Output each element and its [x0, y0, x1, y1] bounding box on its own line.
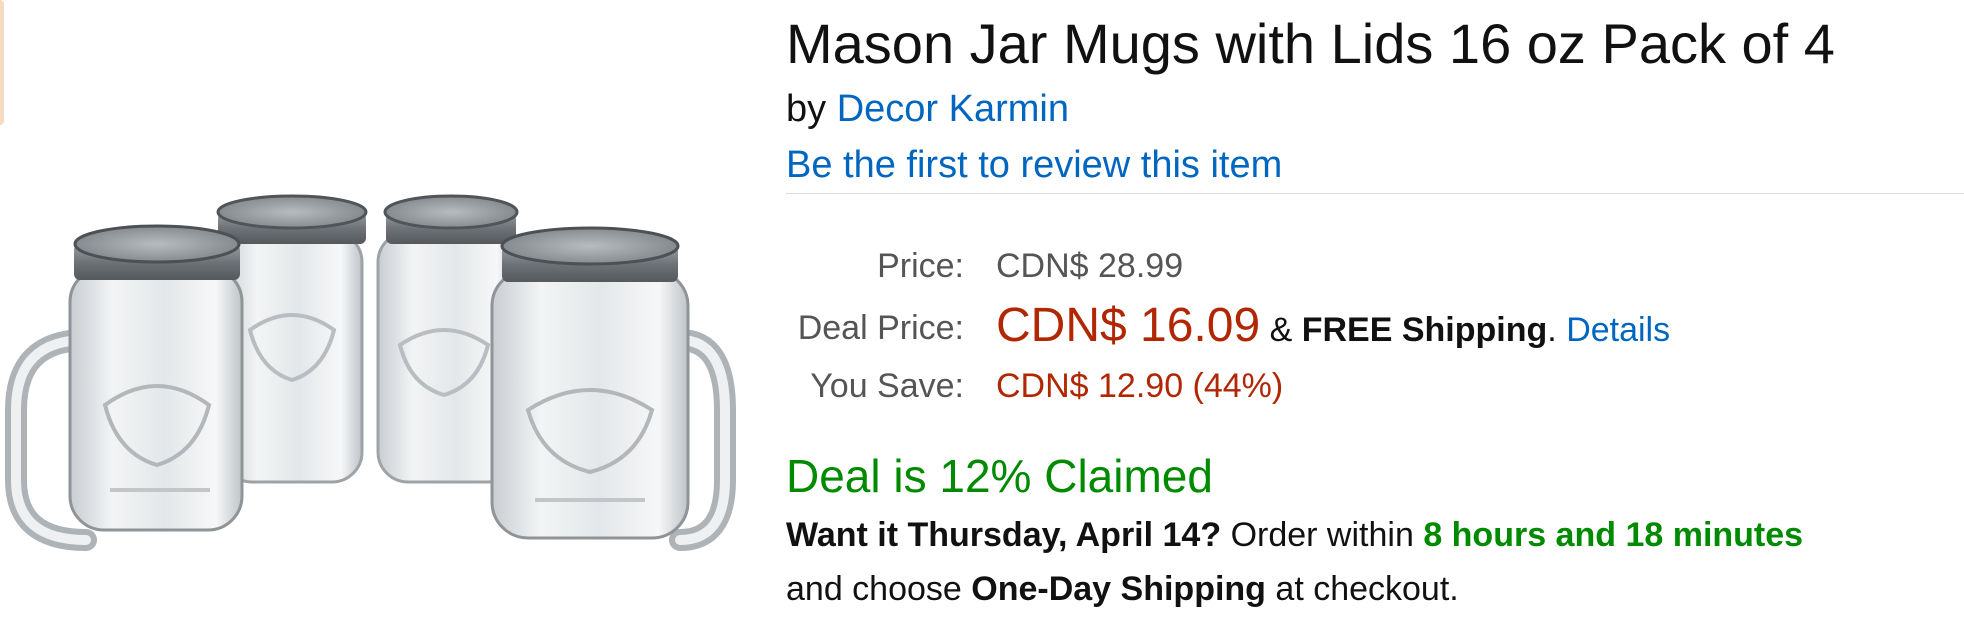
product-details: Mason Jar Mugs with Lids 16 oz Pack of 4…: [786, 0, 1964, 618]
list-price-label: Price:: [877, 247, 964, 285]
list-price-row: Price: CDN$ 28.99: [786, 240, 1964, 286]
free-shipping-text: FREE Shipping: [1301, 311, 1548, 349]
product-title: Mason Jar Mugs with Lids 16 oz Pack of 4: [786, 12, 1835, 75]
mason-jar-mugs-image: [4, 194, 736, 551]
delivery-countdown: 8 hours and 18 minutes: [1423, 516, 1804, 554]
at-checkout-text: at checkout.: [1275, 570, 1459, 608]
byline-prefix: by: [786, 88, 827, 130]
delivery-line-1: Want it Thursday, April 14? Order within…: [786, 514, 1803, 556]
brand-link[interactable]: Decor Karmin: [837, 88, 1069, 130]
product-image[interactable]: [0, 0, 760, 618]
order-within-text: Order within: [1230, 516, 1414, 554]
jar-front-right: [490, 226, 736, 551]
shipping-period: .: [1547, 311, 1557, 349]
deal-claimed-status: Deal is 12% Claimed: [786, 450, 1213, 502]
deal-price-group: CDN$ 16.09 & FREE Shipping. Details: [996, 296, 1670, 360]
deal-price-label: Deal Price:: [797, 309, 964, 347]
you-save-label: You Save:: [810, 367, 964, 405]
shipping-joiner: &: [1269, 311, 1293, 349]
deal-price-value: CDN$ 16.09: [996, 299, 1261, 352]
jar-front-left: [4, 224, 244, 551]
shipping-option: One-Day Shipping: [971, 570, 1266, 608]
you-save-row: You Save: CDN$ 12.90 (44%): [786, 362, 1964, 408]
shipping-details-link[interactable]: Details: [1566, 311, 1670, 349]
list-price-value: CDN$ 28.99: [996, 247, 1184, 285]
byline: by Decor Karmin: [786, 86, 1069, 132]
deal-price-row: Deal Price: CDN$ 16.09 & FREE Shipping. …: [786, 296, 1964, 356]
review-prompt: Be the first to review this item: [786, 142, 1282, 188]
and-choose-text: and choose: [786, 570, 962, 608]
delivery-date: Want it Thursday, April 14?: [786, 516, 1222, 554]
first-review-link[interactable]: Be the first to review this item: [786, 144, 1282, 186]
divider: [786, 193, 1964, 194]
delivery-line-2: and choose One-Day Shipping at checkout.: [786, 568, 1459, 610]
you-save-value: CDN$ 12.90 (44%): [996, 367, 1284, 405]
